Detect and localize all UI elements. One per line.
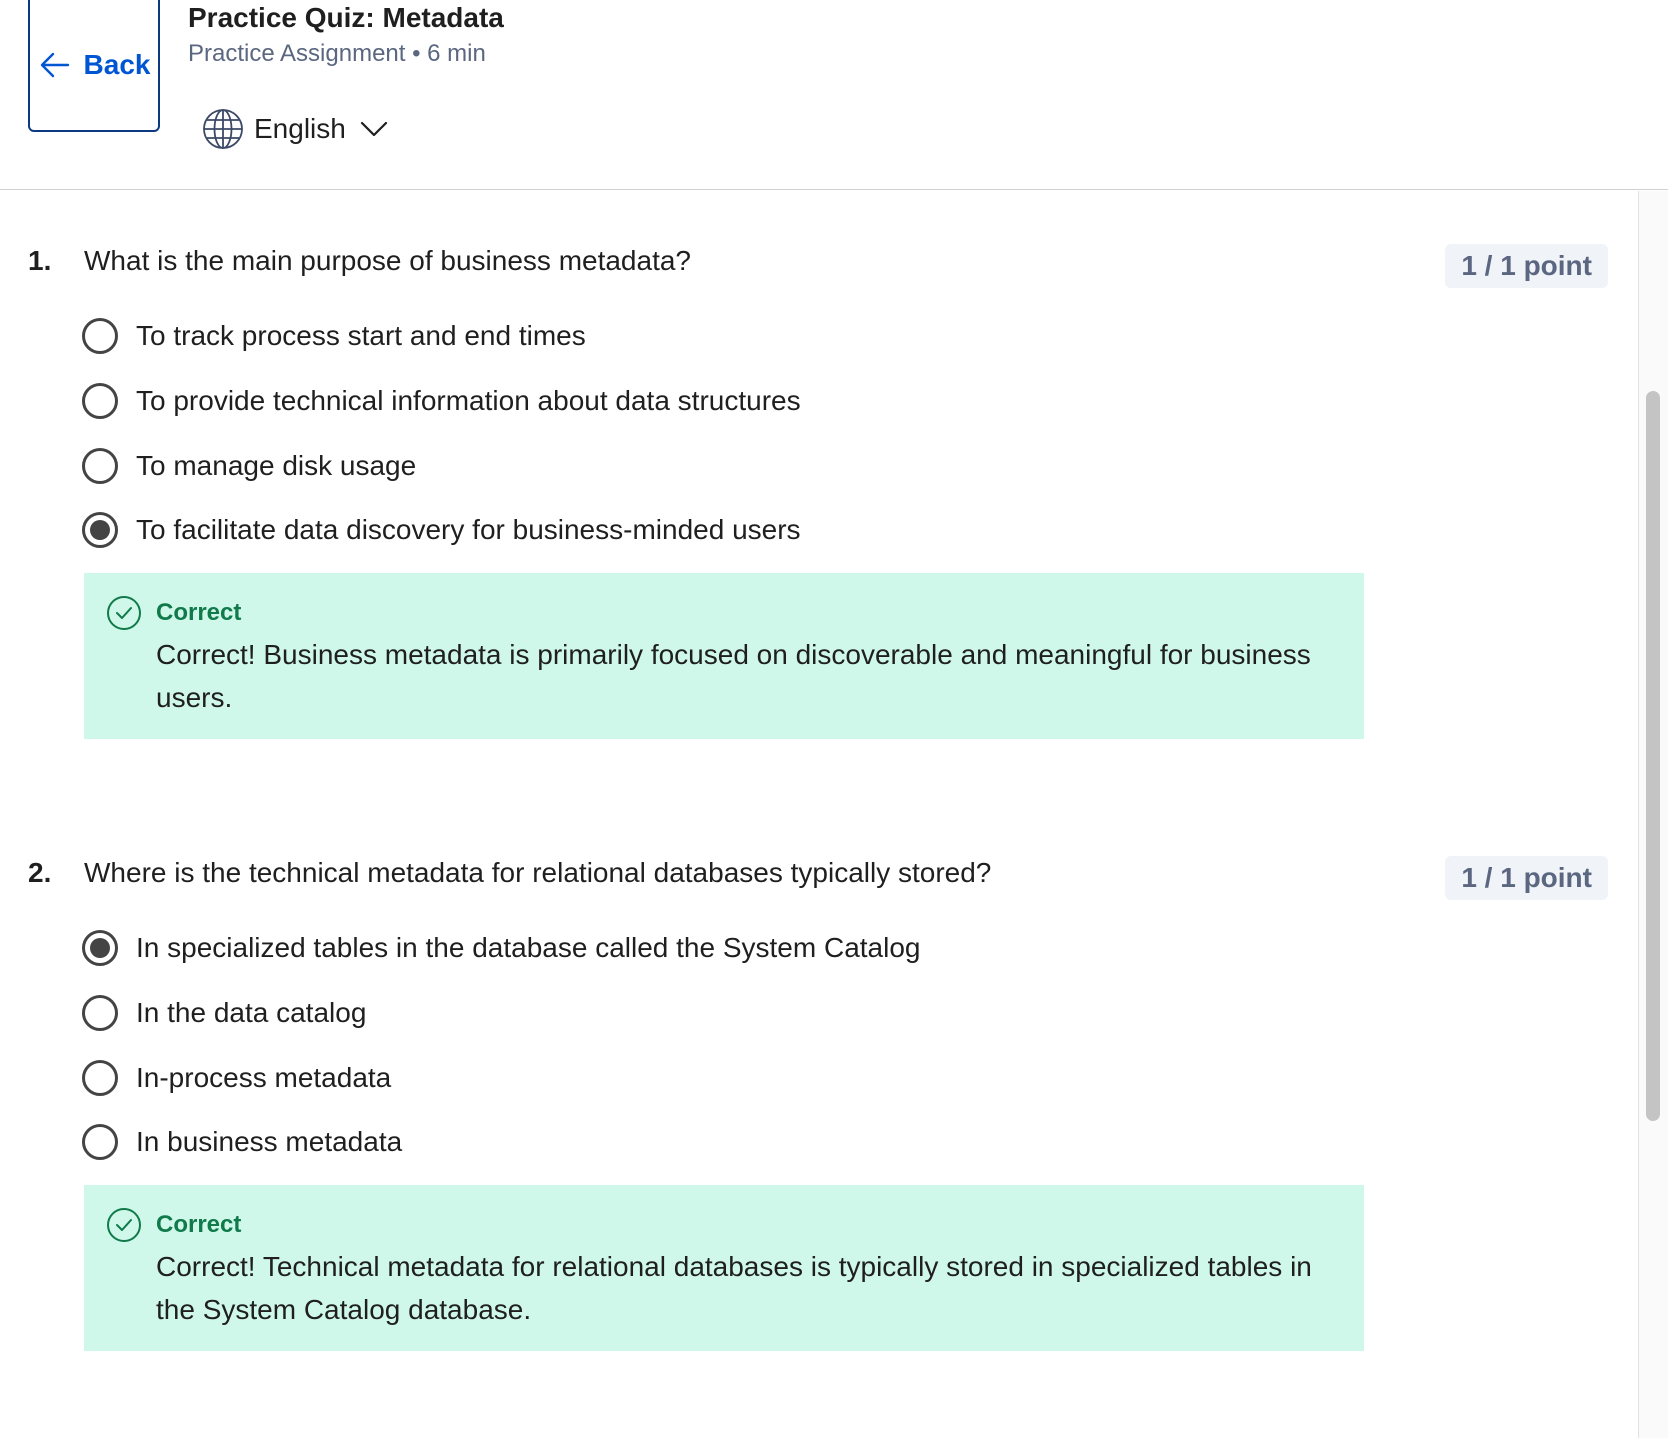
option-label: In specialized tables in the database ca… <box>136 932 921 963</box>
radio-button[interactable] <box>82 1060 118 1096</box>
question-number: 2. <box>28 857 52 888</box>
page-subtitle: Practice Assignment • 6 min <box>188 40 486 67</box>
question-text: Where is the technical metadata for rela… <box>84 857 992 888</box>
question-number: 1. <box>28 245 52 276</box>
answer-option[interactable]: In specialized tables in the database ca… <box>82 928 920 968</box>
answer-option[interactable]: To manage disk usage <box>82 446 416 486</box>
answer-option[interactable]: In-process metadata <box>82 1058 391 1098</box>
option-label: In business metadata <box>136 1126 403 1157</box>
page-header: Back Practice Quiz: Metadata Practice As… <box>0 0 1668 190</box>
feedback-status: Correct <box>156 599 242 626</box>
check-circle-icon <box>107 596 141 630</box>
radio-button[interactable] <box>82 995 118 1031</box>
radio-button[interactable] <box>82 1124 118 1160</box>
option-label: To provide technical information about d… <box>136 385 801 416</box>
answer-option[interactable]: To facilitate data discovery for busines… <box>82 510 801 550</box>
arrow-left-icon <box>40 52 69 78</box>
option-label: To manage disk usage <box>136 450 417 481</box>
back-button[interactable]: Back <box>28 0 160 132</box>
points-badge: 1 / 1 point <box>1445 856 1608 900</box>
globe-icon <box>203 109 243 149</box>
language-label: English <box>254 113 346 144</box>
scrollbar-thumb[interactable] <box>1646 391 1660 1121</box>
radio-button[interactable] <box>82 318 118 354</box>
feedback-panel: Correct Correct! Business metadata is pr… <box>84 573 1364 739</box>
option-label: In the data catalog <box>136 997 367 1028</box>
page-title: Practice Quiz: Metadata <box>188 2 504 33</box>
radio-button-selected[interactable] <box>82 512 118 548</box>
back-label: Back <box>83 49 151 80</box>
answer-option[interactable]: In business metadata <box>82 1122 402 1162</box>
question-text: What is the main purpose of business met… <box>84 245 692 276</box>
option-label: In-process metadata <box>136 1062 392 1093</box>
quiz-content: 1. What is the main purpose of business … <box>0 191 1638 1438</box>
chevron-down-icon <box>360 121 387 137</box>
option-label: To facilitate data discovery for busines… <box>136 514 801 545</box>
option-label: To track process start and end times <box>136 320 586 351</box>
feedback-status: Correct <box>156 1211 242 1238</box>
feedback-panel: Correct Correct! Technical metadata for … <box>84 1185 1364 1351</box>
language-selector[interactable]: English <box>202 108 388 150</box>
answer-option[interactable]: To provide technical information about d… <box>82 381 801 421</box>
answer-option[interactable]: To track process start and end times <box>82 316 586 356</box>
radio-button[interactable] <box>82 383 118 419</box>
check-circle-icon <box>107 1208 141 1242</box>
points-badge: 1 / 1 point <box>1445 244 1608 288</box>
radio-button-selected[interactable] <box>82 930 118 966</box>
radio-button[interactable] <box>82 448 118 484</box>
feedback-text: Correct! Technical metadata for relation… <box>156 1251 1312 1325</box>
answer-option[interactable]: In the data catalog <box>82 993 366 1033</box>
feedback-text: Correct! Business metadata is primarily … <box>156 639 1311 713</box>
